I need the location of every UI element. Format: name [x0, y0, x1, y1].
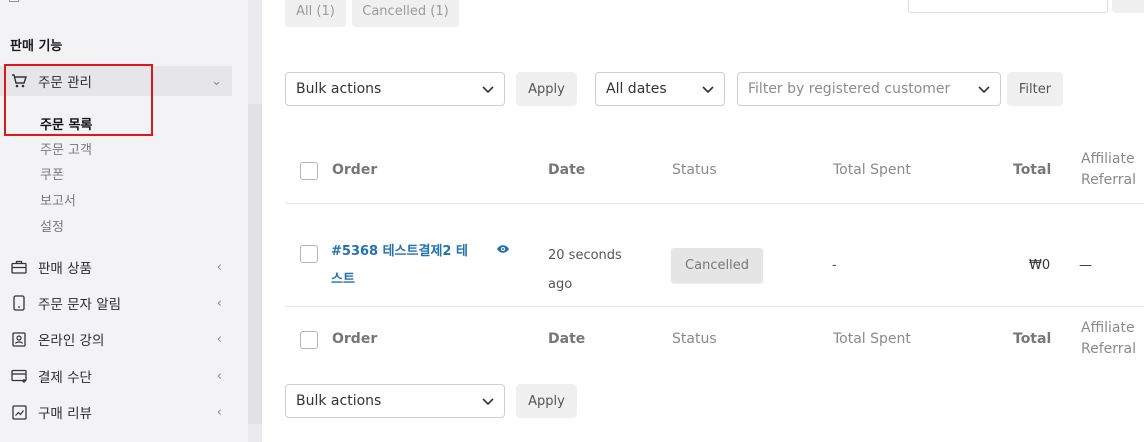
bulk-actions-select-bottom[interactable]: Bulk actions — [285, 384, 505, 418]
table-divider — [285, 203, 1144, 204]
review-icon — [10, 403, 28, 421]
column-header-total-spent: Total Spent — [833, 162, 911, 178]
id-card-icon — [10, 330, 28, 348]
bulk-actions-select[interactable]: Bulk actions — [285, 72, 505, 106]
column-header-referral: Referral — [1081, 172, 1136, 188]
footer-header-status: Status — [672, 331, 717, 347]
filter-cancelled-chip[interactable]: Cancelled (1) — [352, 0, 459, 27]
sidebar-item-online-courses[interactable]: 온라인 강의 ‹ — [10, 327, 232, 351]
sidebar-item-cut-off[interactable]: ▭ — [8, 0, 20, 7]
footer-header-date[interactable]: Date — [548, 331, 585, 347]
affiliate-value: — — [1079, 258, 1092, 273]
search-button[interactable] — [1112, 0, 1144, 13]
chevron-left-icon: ‹ — [216, 259, 222, 275]
search-input[interactable] — [908, 0, 1108, 13]
chevron-down-icon: ⌄ — [211, 73, 222, 89]
highlight-box — [4, 64, 153, 136]
chevron-left-icon: ‹ — [216, 368, 222, 384]
column-header-date[interactable]: Date — [548, 162, 585, 178]
document-icon: ▭ — [8, 0, 20, 7]
dates-select[interactable]: All dates — [595, 72, 725, 106]
sidebar-subitem-settings[interactable]: 설정 — [40, 216, 64, 235]
chevron-left-icon: ‹ — [216, 404, 222, 420]
chevron-down-icon — [482, 398, 494, 406]
phone-icon — [10, 294, 28, 312]
row-checkbox[interactable] — [300, 245, 318, 263]
select-all-checkbox-footer[interactable] — [300, 331, 318, 349]
sidebar-item-order-sms[interactable]: 주문 문자 알림 ‹ — [10, 291, 232, 315]
column-header-affiliate: Affiliate — [1081, 151, 1135, 167]
column-header-order[interactable]: Order — [332, 162, 377, 178]
sidebar-subitem-reports[interactable]: 보고서 — [40, 190, 76, 209]
footer-header-total[interactable]: Total — [1013, 331, 1051, 347]
status-badge: Cancelled — [671, 248, 763, 283]
footer-header-total-spent: Total Spent — [833, 331, 911, 347]
customer-filter-select[interactable]: Filter by registered customer — [737, 72, 1001, 106]
chevron-left-icon: ‹ — [216, 295, 222, 311]
sidebar-item-reviews[interactable]: 구매 리뷰 ‹ — [10, 400, 232, 424]
eye-icon[interactable] — [496, 244, 510, 254]
chevron-down-icon — [482, 86, 494, 94]
chevron-left-icon: ‹ — [216, 331, 222, 347]
sidebar: ▭ 판매 기능 주문 관리 ⌄ 주문 목록 주문 고객 쿠폰 보고서 설정 판매… — [0, 0, 248, 442]
sidebar-subitem-order-customers[interactable]: 주문 고객 — [40, 139, 92, 158]
filter-button[interactable]: Filter — [1007, 72, 1063, 106]
sidebar-subitem-coupons[interactable]: 쿠폰 — [40, 164, 64, 183]
column-header-total[interactable]: Total — [1013, 162, 1051, 178]
footer-header-affiliate: Affiliate — [1081, 320, 1135, 336]
scrollbar-thumb[interactable] — [248, 104, 262, 424]
sidebar-section-title: 판매 기능 — [10, 39, 63, 54]
chevron-down-icon — [978, 86, 990, 94]
footer-header-order[interactable]: Order — [332, 331, 377, 347]
apply-button-bottom[interactable]: Apply — [516, 384, 577, 418]
card-icon — [10, 367, 28, 385]
select-all-checkbox[interactable] — [300, 162, 318, 180]
order-link[interactable]: #5368 테스트결제2 테 스트 — [331, 238, 491, 294]
filter-all-chip[interactable]: All (1) — [285, 0, 346, 27]
apply-button[interactable]: Apply — [516, 72, 577, 106]
briefcase-icon — [10, 258, 28, 276]
sidebar-item-payment-methods[interactable]: 결제 수단 ‹ — [10, 364, 232, 388]
footer-header-referral: Referral — [1081, 341, 1136, 357]
total-value: ₩0 — [1029, 258, 1051, 273]
sidebar-scrollbar[interactable] — [248, 0, 262, 442]
column-header-status: Status — [672, 162, 717, 178]
order-date: 20 seconds ago — [548, 248, 622, 292]
chevron-down-icon — [702, 86, 714, 94]
table-divider — [285, 306, 1144, 307]
sidebar-item-products[interactable]: 판매 상품 ‹ — [10, 255, 232, 279]
total-spent-value: - — [832, 258, 837, 273]
